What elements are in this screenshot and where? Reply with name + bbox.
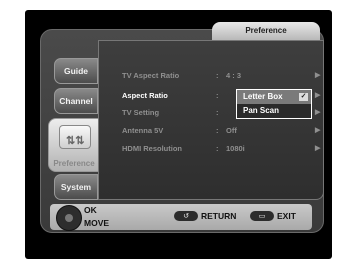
tab-system-label: System: [60, 182, 92, 192]
chevron-right-icon: ▶: [315, 127, 321, 134]
preference-icon: ⇅⇅: [59, 125, 91, 149]
exit-label: EXIT: [277, 211, 296, 221]
menu-row-hdmi-resolution[interactable]: HDMI Resolution : 1080i ▶: [122, 142, 322, 156]
row-separator: :: [216, 108, 219, 117]
tab-system[interactable]: System: [54, 174, 98, 200]
row-value: 4 : 3: [226, 71, 242, 80]
row-separator: :: [216, 126, 219, 135]
exit-button-icon[interactable]: ▭: [250, 211, 274, 221]
chevron-right-icon: ▶: [315, 109, 321, 116]
chevron-right-icon: ▶: [315, 145, 321, 152]
dropdown-option-pan-scan[interactable]: Pan Scan: [237, 104, 311, 118]
return-button-icon[interactable]: ↺: [174, 211, 198, 221]
chevron-right-icon: ▶: [315, 92, 321, 99]
dropdown-option-letter-box[interactable]: Letter Box ✓: [237, 90, 311, 104]
row-label: Antenna 5V: [122, 126, 164, 135]
tab-guide-label: Guide: [63, 66, 89, 76]
row-separator: :: [216, 91, 219, 100]
row-label: TV Aspect Ratio: [122, 71, 180, 80]
menu-row-antenna-5v[interactable]: Antenna 5V : Off ▶: [122, 124, 322, 138]
ok-hint: OK: [84, 205, 97, 215]
row-label: TV Setting: [122, 108, 160, 117]
return-label: RETURN: [201, 211, 237, 221]
row-label: Aspect Ratio: [122, 91, 168, 100]
tab-channel-label: Channel: [59, 96, 93, 106]
tab-guide[interactable]: Guide: [54, 58, 98, 84]
checkmark-icon: ✓: [299, 93, 308, 101]
tab-preference-label: Preference: [53, 159, 95, 168]
tab-preference[interactable]: ⇅⇅ Preference: [48, 118, 100, 172]
chevron-right-icon: ▶: [315, 72, 321, 79]
page-title: Preference: [212, 22, 320, 40]
move-hint: MOVE: [84, 218, 110, 228]
aspect-ratio-dropdown[interactable]: Letter Box ✓ Pan Scan: [236, 89, 312, 119]
settings-content: [98, 40, 324, 200]
row-value: 1080i: [226, 144, 245, 153]
row-separator: :: [216, 144, 219, 153]
row-label: HDMI Resolution: [122, 144, 182, 153]
option-label: Letter Box: [243, 92, 283, 101]
remote-dpad-icon: [56, 205, 82, 231]
option-label: Pan Scan: [243, 106, 280, 115]
tab-channel[interactable]: Channel: [54, 88, 98, 114]
row-value: Off: [226, 126, 237, 135]
menu-row-tv-aspect-ratio[interactable]: TV Aspect Ratio : 4 : 3 ▶: [122, 69, 322, 83]
row-separator: :: [216, 71, 219, 80]
